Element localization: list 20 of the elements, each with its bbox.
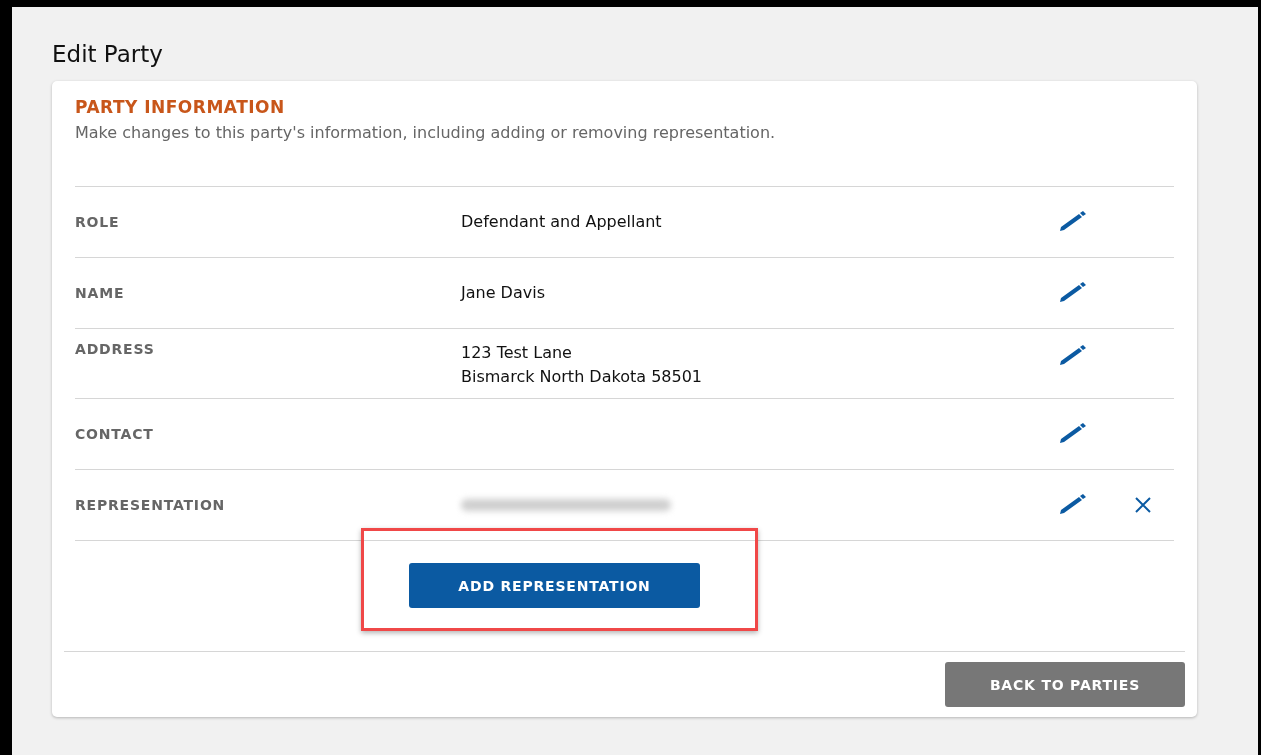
- pencil-icon: [1058, 211, 1088, 233]
- close-icon: [1134, 496, 1152, 514]
- pencil-icon: [1058, 494, 1088, 516]
- pencil-icon: [1058, 282, 1088, 304]
- page-title: Edit Party: [52, 40, 164, 69]
- field-label: ADDRESS: [75, 341, 156, 357]
- field-label: CONTACT: [75, 426, 155, 442]
- field-label: NAME: [75, 285, 126, 301]
- pencil-icon: [1058, 345, 1088, 367]
- add-representation-button[interactable]: ADD REPRESENTATION: [409, 563, 700, 608]
- section-heading: PARTY INFORMATION: [75, 97, 286, 117]
- field-label: REPRESENTATION: [75, 497, 227, 513]
- field-value: Defendant and Appellant: [461, 211, 663, 233]
- field-value: Bismarck North Dakota 58501: [461, 366, 704, 388]
- field-label: ROLE: [75, 214, 121, 230]
- pencil-icon: [1058, 423, 1088, 445]
- section-description: Make changes to this party's information, including adding or removing representation.: [75, 123, 777, 142]
- back-button[interactable]: BACK TO PARTIES: [945, 662, 1185, 707]
- field-value: 123 Test Lane: [461, 342, 573, 364]
- field-value: Jane Davis: [461, 282, 546, 304]
